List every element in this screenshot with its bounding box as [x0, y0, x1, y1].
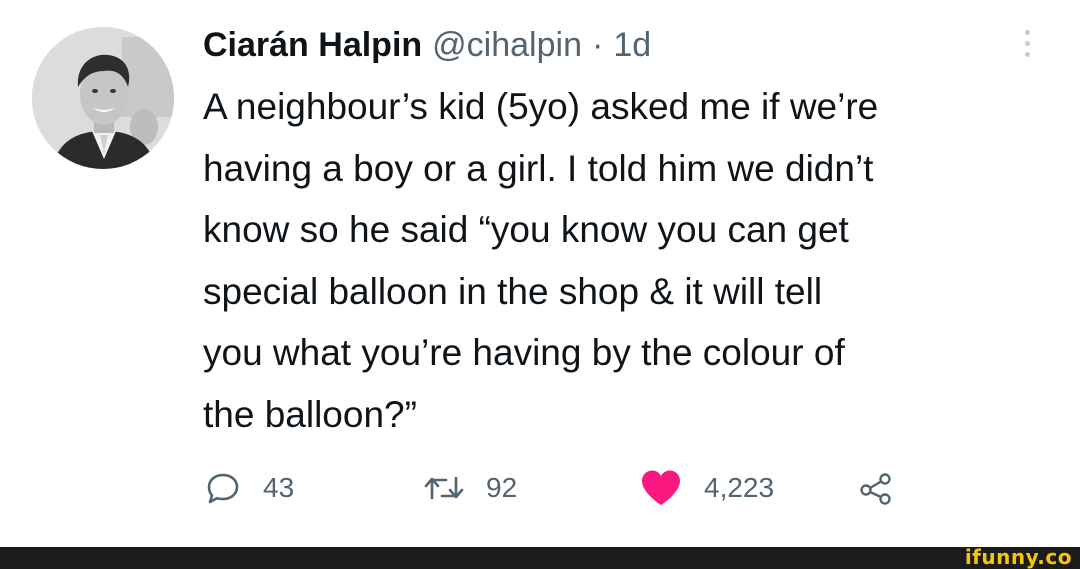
like-count: 4,223 — [704, 472, 775, 503]
tweet-text-line: know so he said “you know you can get — [203, 209, 849, 250]
tweet-text-line: you what you’re having by the colour of — [203, 332, 845, 373]
tweet-header: Ciarán Halpin @cihalpin · 1d — [203, 22, 651, 68]
retweet-icon — [424, 470, 464, 506]
tweet-text-line: special balloon in the shop & it will te… — [203, 270, 823, 312]
share-icon — [858, 470, 894, 506]
reply-button[interactable]: 43 — [205, 468, 294, 508]
tweet-text-line: the balloon?” — [203, 393, 417, 435]
display-name[interactable]: Ciarán Halpin — [203, 26, 422, 65]
ifunny-watermark: ifunny.co — [964, 545, 1072, 569]
retweet-button[interactable]: 92 — [424, 468, 517, 508]
tweet-card: Ciarán Halpin @cihalpin · 1d A neighbour… — [0, 0, 1080, 547]
heart-icon — [640, 469, 682, 507]
tweet-text: A neighbour’s kid (5yo) asked me if we’r… — [203, 76, 1063, 445]
tweet-text-line: A neighbour’s kid (5yo) asked me if we’r… — [203, 86, 879, 127]
avatar[interactable] — [32, 27, 174, 169]
watermark-bar: ifunny.co — [0, 545, 1080, 569]
share-button[interactable] — [858, 468, 894, 508]
reply-icon — [205, 470, 241, 506]
separator-dot: · — [591, 25, 604, 64]
tweet-text-line: having a boy or a girl. I told him we di… — [203, 147, 874, 189]
reply-count: 43 — [263, 472, 295, 503]
avatar-photo — [32, 27, 174, 169]
user-handle[interactable]: @cihalpin — [432, 26, 582, 65]
like-button[interactable]: 4,223 — [640, 468, 774, 508]
timestamp[interactable]: 1d — [613, 26, 651, 65]
action-bar: 43 92 4,223 — [0, 468, 1080, 508]
retweet-count: 92 — [486, 472, 518, 503]
more-options-icon[interactable] — [1022, 30, 1032, 64]
